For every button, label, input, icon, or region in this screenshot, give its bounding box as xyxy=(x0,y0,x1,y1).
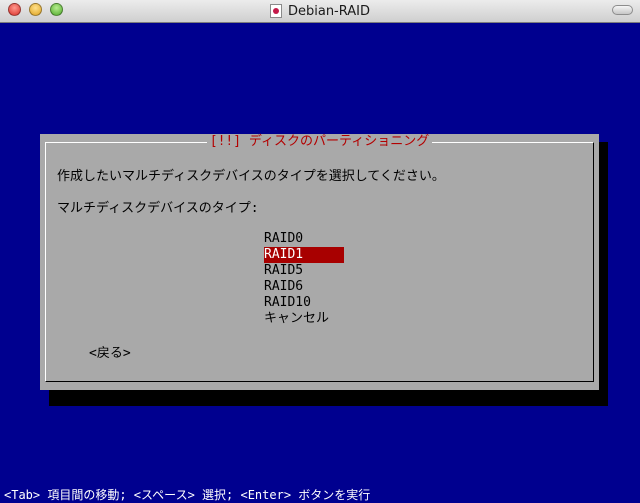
window-title-area: Debian-RAID xyxy=(0,0,640,22)
window-titlebar: Debian-RAID xyxy=(0,0,640,23)
toolbar-toggle-button[interactable] xyxy=(612,5,633,15)
device-type-list: RAID0 RAID1 RAID5 RAID6 RAID10 キャンセル xyxy=(264,231,344,327)
document-icon xyxy=(269,4,282,18)
option-raid1[interactable]: RAID1 xyxy=(264,247,344,263)
back-button[interactable]: <戻る> xyxy=(89,342,131,361)
partitioning-dialog: [!!] ディスクのパーティショニング 作成したいマルチディスクデバイスのタイプ… xyxy=(40,134,599,390)
option-raid5[interactable]: RAID5 xyxy=(264,263,344,279)
keyboard-hint: <Tab> 項目間の移動; <スペース> 選択; <Enter> ボタンを実行 xyxy=(4,488,371,502)
option-raid0[interactable]: RAID0 xyxy=(264,231,344,247)
option-raid10[interactable]: RAID10 xyxy=(264,295,344,311)
device-type-label: マルチディスクデバイスのタイプ: xyxy=(57,201,259,216)
window-title: Debian-RAID xyxy=(287,3,370,19)
option-cancel[interactable]: キャンセル xyxy=(264,311,344,327)
dialog-prompt: 作成したいマルチディスクデバイスのタイプを選択してください。 xyxy=(57,169,445,184)
option-raid6[interactable]: RAID6 xyxy=(264,279,344,295)
dialog-title-bar: [!!] ディスクのパーティショニング xyxy=(40,134,599,150)
dialog-title: [!!] ディスクのパーティショニング xyxy=(206,134,433,149)
